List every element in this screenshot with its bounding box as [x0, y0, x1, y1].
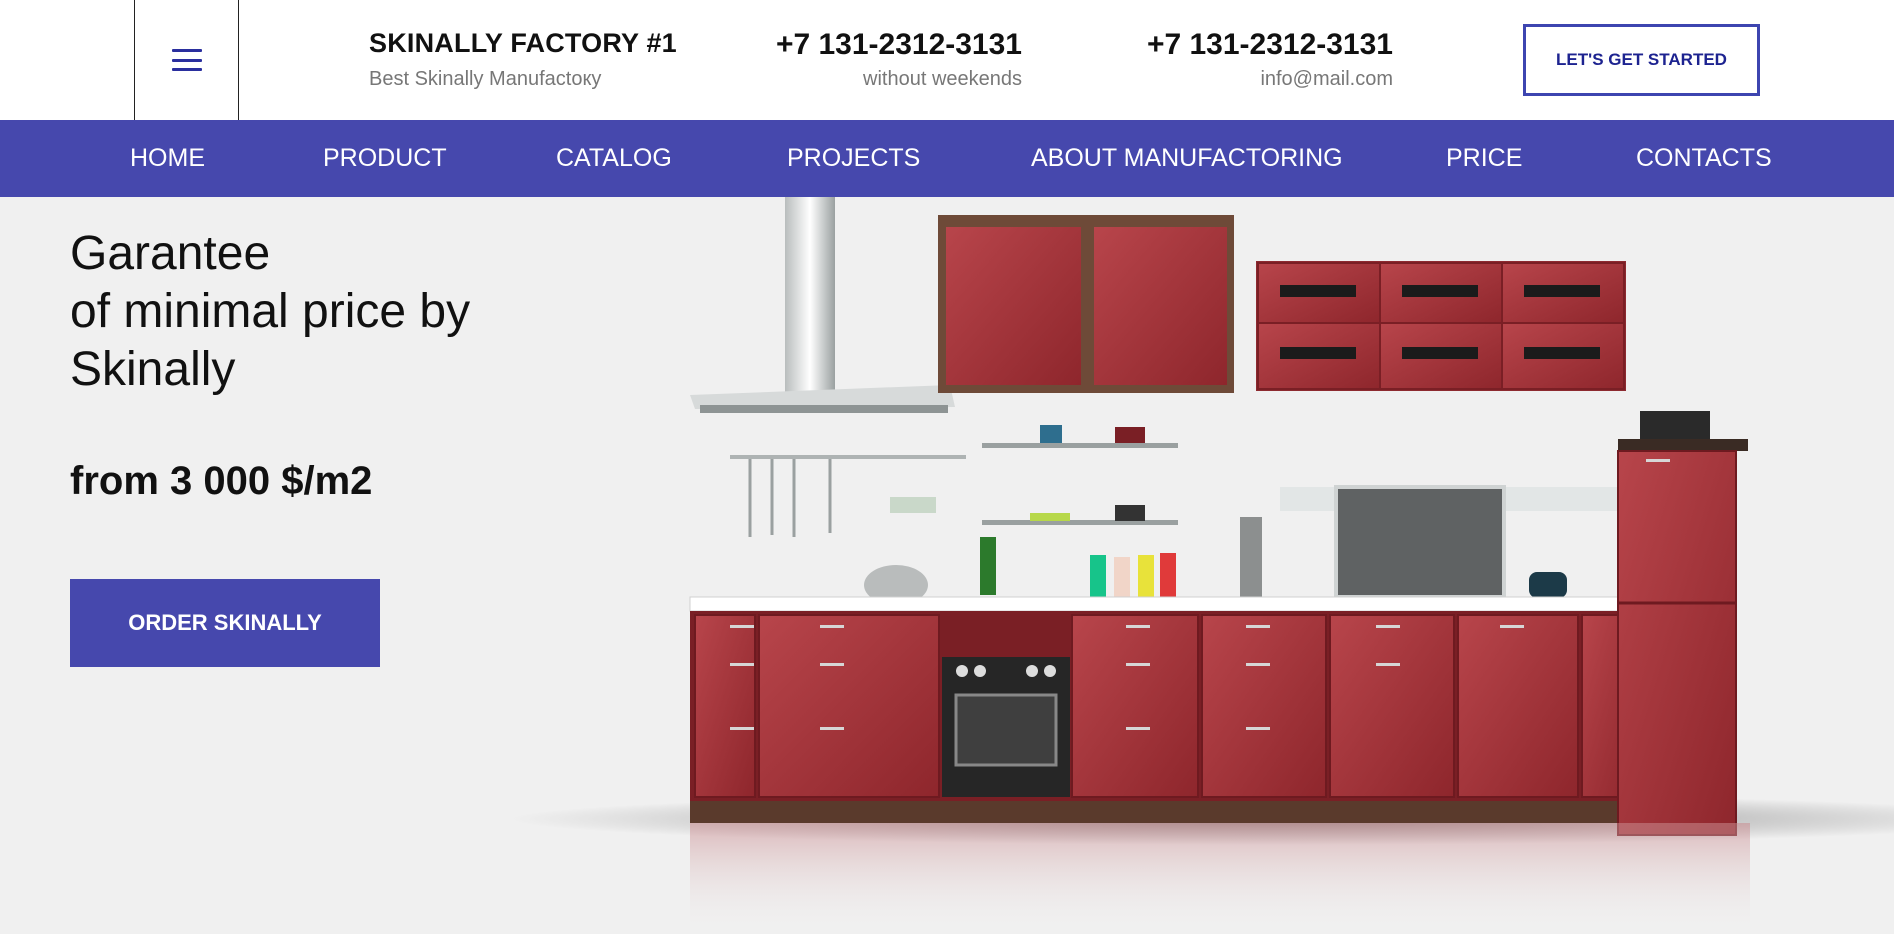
- hero-title-line: Garantee: [70, 227, 271, 280]
- hero-section: Garantee of minimal price by Skinally fr…: [0, 197, 1894, 934]
- hero-title: Garantee of minimal price by Skinally: [70, 225, 470, 399]
- hero-title-line: Skinally: [70, 343, 236, 396]
- nav-item-catalog[interactable]: CATALOG: [556, 120, 672, 197]
- nav-item-projects[interactable]: PROJECTS: [787, 120, 920, 197]
- site-header: SKINALLY FACTORY #1 Best Skinally Manufa…: [0, 0, 1894, 120]
- hero-price: from 3 000 $/m2: [70, 459, 373, 503]
- brand-block: SKINALLY FACTORY #1 Best Skinally Manufa…: [369, 28, 677, 91]
- contact-block-hours: +7 131-2312-3131 without weekends: [776, 28, 1022, 91]
- nav-item-home[interactable]: HOME: [130, 120, 205, 197]
- menu-toggle-button[interactable]: [134, 0, 239, 120]
- nav-item-contacts[interactable]: CONTACTS: [1636, 120, 1772, 197]
- hamburger-menu-icon: [171, 49, 202, 71]
- brand-subtitle: Best Skinally Manufactoку: [369, 68, 602, 90]
- working-hours-note: without weekends: [863, 68, 1022, 90]
- phone-link[interactable]: +7 131-2312-3131: [1147, 28, 1393, 62]
- kitchen-image: [510, 197, 1894, 934]
- email-link[interactable]: info@mail.com: [1147, 68, 1393, 91]
- brand-title: SKINALLY FACTORY #1: [369, 28, 677, 58]
- contact-block-email: +7 131-2312-3131 info@mail.com: [1147, 28, 1393, 91]
- nav-item-price[interactable]: PRICE: [1446, 120, 1522, 197]
- main-nav: HOME PRODUCT CATALOG PROJECTS ABOUT MANU…: [0, 120, 1894, 197]
- nav-item-product[interactable]: PRODUCT: [323, 120, 447, 197]
- hero-title-line: of minimal price by: [70, 285, 471, 338]
- order-skinally-button[interactable]: ORDER SKINALLY: [70, 579, 380, 667]
- lets-get-started-button[interactable]: LET'S GET STARTED: [1523, 24, 1760, 96]
- nav-item-about[interactable]: ABOUT MANUFACTORING: [1031, 120, 1343, 197]
- phone-link[interactable]: +7 131-2312-3131: [776, 28, 1022, 62]
